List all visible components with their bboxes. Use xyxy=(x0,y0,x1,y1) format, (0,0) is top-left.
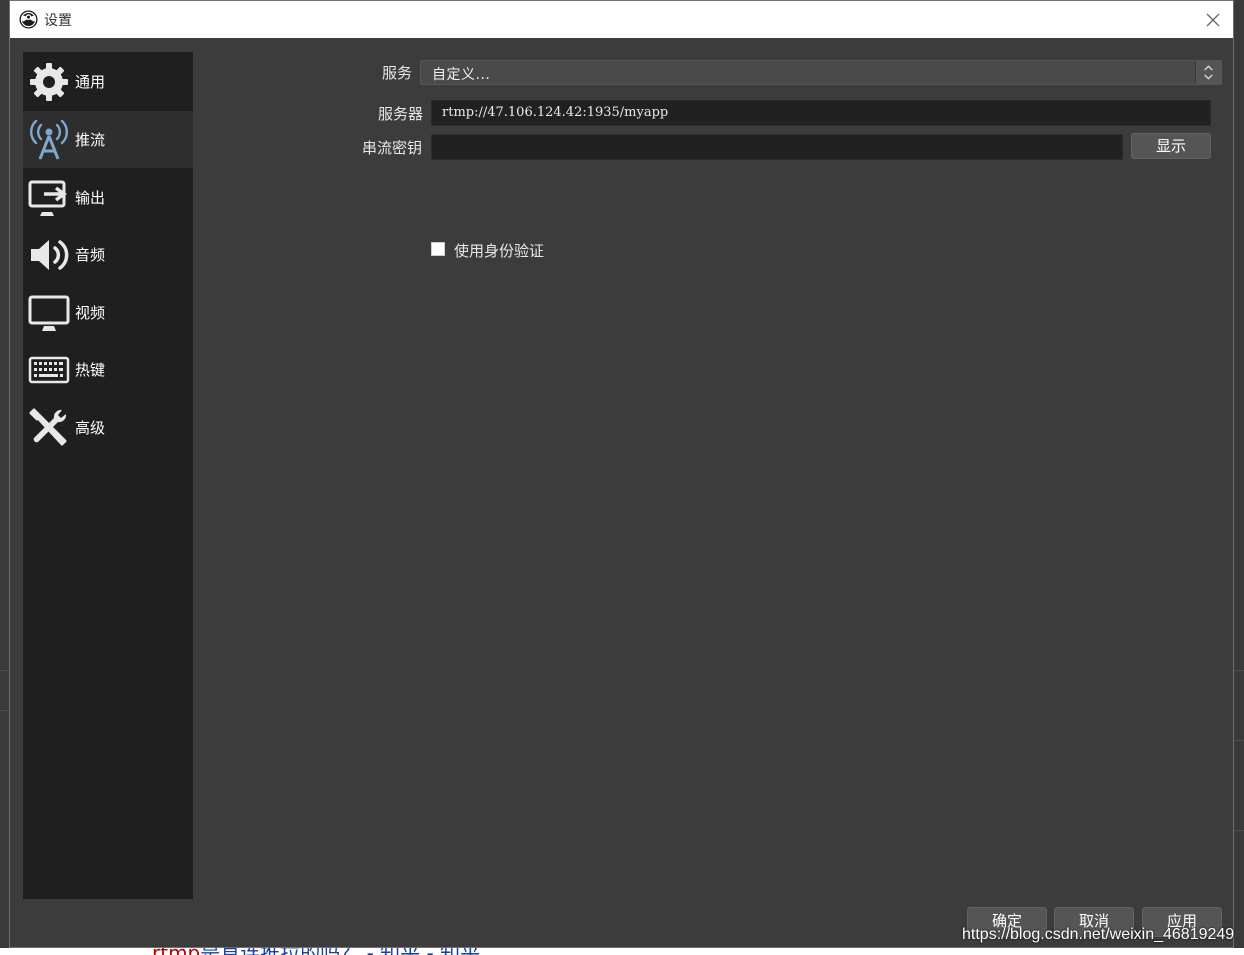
watermark-text: https://blog.csdn.net/weixin_46819249 xyxy=(962,926,1235,943)
chevron-updown-icon xyxy=(1195,61,1221,84)
close-icon[interactable] xyxy=(1200,7,1226,33)
use-auth-checkbox[interactable] xyxy=(431,242,445,256)
keyboard-icon xyxy=(28,356,70,383)
background-divider xyxy=(1234,670,1244,671)
output-monitor-icon xyxy=(28,180,67,216)
sidebar-item-advanced[interactable]: 高级 xyxy=(23,399,193,456)
monitor-icon xyxy=(28,295,70,331)
settings-dialog: 设置 通用 推流 输出 音频 视频 热键 高级 服务 自定义... 服务器 rt… xyxy=(9,0,1234,948)
stream-key-input[interactable] xyxy=(431,134,1123,160)
gear-icon xyxy=(30,62,68,101)
obs-logo-icon xyxy=(19,10,38,29)
sidebar-item-video[interactable]: 视频 xyxy=(23,284,193,341)
sidebar-item-label: 视频 xyxy=(75,304,106,322)
sidebar-item-label: 通用 xyxy=(75,73,106,91)
service-label: 服务 xyxy=(382,64,413,82)
stream-key-label: 串流密钥 xyxy=(362,139,423,157)
sidebar-item-label: 音频 xyxy=(75,246,106,264)
sidebar-item-general[interactable]: 通用 xyxy=(23,53,193,110)
window-title: 设置 xyxy=(44,13,72,29)
broadcast-antenna-icon xyxy=(30,119,68,160)
server-input[interactable]: rtmp://47.106.124.42:1935/myapp xyxy=(431,100,1211,126)
background-app-right xyxy=(1234,0,1244,955)
sidebar-item-stream[interactable]: 推流 xyxy=(23,111,193,168)
service-select-value: 自定义... xyxy=(432,67,491,83)
sidebar-item-label: 高级 xyxy=(75,419,106,437)
sidebar-item-audio[interactable]: 音频 xyxy=(23,226,193,283)
sidebar-item-label: 热键 xyxy=(75,361,106,379)
tools-icon xyxy=(29,408,67,445)
background-divider xyxy=(1234,830,1244,831)
sidebar-item-label: 推流 xyxy=(75,131,106,149)
background-divider xyxy=(0,710,9,711)
background-divider xyxy=(1234,740,1244,741)
sidebar-item-hotkeys[interactable]: 热键 xyxy=(23,341,193,398)
server-label: 服务器 xyxy=(378,105,424,123)
use-auth-label[interactable]: 使用身份验证 xyxy=(454,240,544,261)
speaker-icon xyxy=(31,239,69,270)
background-divider xyxy=(0,670,9,671)
sidebar-item-output[interactable]: 输出 xyxy=(23,169,193,226)
sidebar-item-label: 输出 xyxy=(75,189,106,207)
title-bar: 设置 xyxy=(10,1,1233,38)
service-select[interactable]: 自定义... xyxy=(420,60,1222,85)
settings-sidebar: 通用 推流 输出 音频 视频 热键 高级 xyxy=(23,52,193,899)
show-key-button[interactable]: 显示 xyxy=(1131,133,1211,159)
background-app-left xyxy=(0,0,9,955)
